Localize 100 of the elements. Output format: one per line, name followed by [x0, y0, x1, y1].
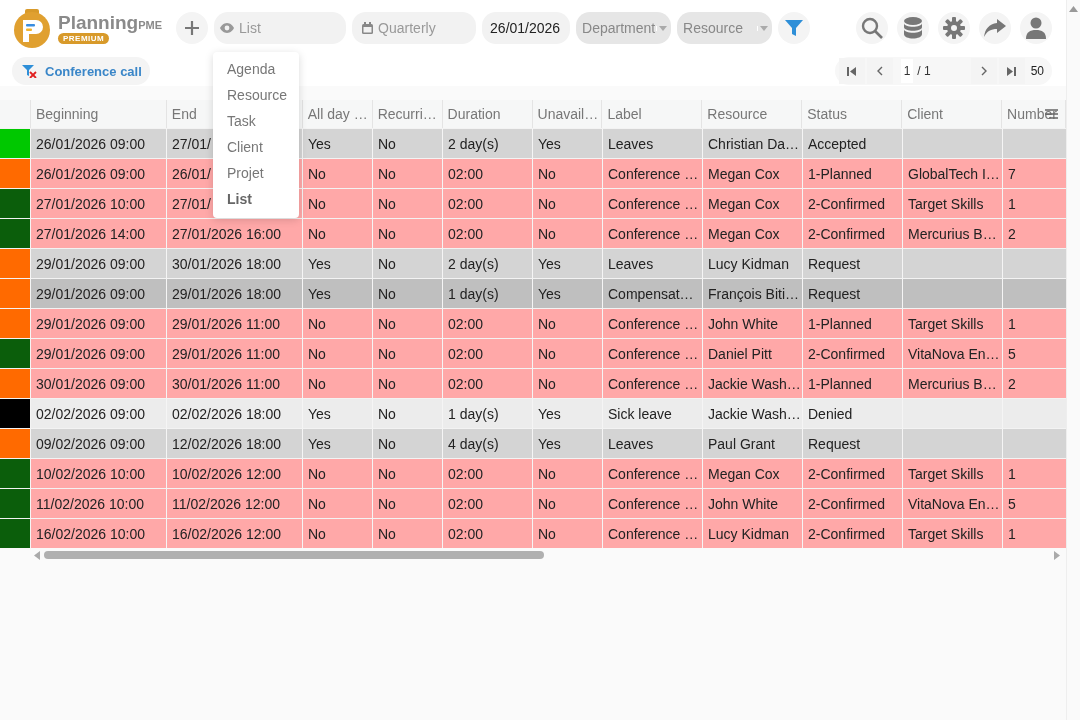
menu-item[interactable]: Projet [213, 160, 299, 186]
user-button[interactable] [1020, 12, 1052, 44]
table-row[interactable]: 09/02/2026 09:00 12/02/2026 18:00 Yes No 4 day(s) Yes Leaves Paul Grant Request [0, 428, 1066, 458]
table-cell: Conference … [608, 345, 699, 362]
table-cell: 02/02/2026 09:00 [36, 405, 145, 422]
filter-button[interactable] [778, 12, 811, 44]
table-row[interactable]: 02/02/2026 09:00 02/02/2026 18:00 Yes No 1 day(s) Yes Sick leave Jackie Wash… Denied [0, 398, 1066, 428]
table-cell: John White [708, 315, 779, 332]
table-cell: No [308, 345, 326, 362]
table-cell: Leaves [608, 135, 654, 152]
period-select[interactable]: Quarterly [352, 12, 477, 44]
table-cell: No [538, 225, 556, 242]
table-cell: No [538, 165, 556, 182]
column-header[interactable]: Duration [447, 106, 501, 122]
department-select[interactable]: Department [576, 12, 672, 44]
table-cell: No [378, 195, 396, 212]
table-row[interactable]: 16/02/2026 10:00 16/02/2026 12:00 No No 02:00 No Conference … Lucy Kidman 2-Confirmed Target Skills 1 [0, 518, 1066, 548]
table-cell: 10/02/2026 12:00 [172, 465, 281, 482]
table-cell: 16/02/2026 12:00 [172, 525, 281, 542]
scroll-up-icon[interactable] [1069, 6, 1078, 12]
table-cell: Yes [308, 285, 331, 302]
table-cell: 02:00 [448, 525, 484, 542]
table-cell: 27/01/ [172, 135, 211, 152]
table-cell: 26/01/2026 09:00 [36, 165, 145, 182]
table-cell: 2-Confirmed [808, 345, 886, 362]
menu-item[interactable]: Resource [213, 82, 299, 108]
table-cell: 30/01/2026 11:00 [172, 375, 280, 392]
column-header[interactable]: Beginning [35, 106, 99, 122]
table-cell: 29/01/2026 09:00 [36, 285, 145, 302]
column-header[interactable]: Client [907, 106, 943, 122]
table-row[interactable]: 29/01/2026 09:00 29/01/2026 11:00 No No 02:00 No Conference … John White 1-Planned Target Skills 1 [0, 308, 1066, 338]
table-cell: 02:00 [448, 465, 484, 482]
table-cell: 27/01/2026 10:00 [36, 195, 145, 212]
table-cell: 02/02/2026 18:00 [172, 405, 281, 422]
column-header[interactable]: Unavail… [537, 106, 599, 122]
page-size[interactable]: 50 [1026, 64, 1048, 78]
table-row[interactable]: 30/01/2026 09:00 30/01/2026 11:00 No No 02:00 No Conference … Jackie Wash… 1-Planned Mercurius B… 2 [0, 368, 1066, 398]
filter-icon [784, 18, 805, 38]
table-cell: 29/01/2026 11:00 [172, 315, 280, 332]
table-cell: Mercurius B… [908, 375, 997, 392]
table-cell: 29/01/2026 11:00 [172, 345, 280, 362]
table-cell: 16/02/2026 10:00 [36, 525, 145, 542]
table-cell: Yes [308, 255, 331, 272]
table-cell: 2-Confirmed [808, 495, 886, 512]
table-cell: Yes [538, 405, 561, 422]
plus-icon [183, 19, 202, 37]
table-row[interactable]: 27/01/2026 14:00 27/01/2026 16:00 No No 02:00 No Conference … Megan Cox 2-Confirmed Mercurius B… 2 [0, 218, 1066, 248]
column-header[interactable]: Recurri… [377, 106, 437, 122]
table-cell: 27/01/2026 16:00 [172, 225, 281, 242]
table-row[interactable]: 11/02/2026 10:00 11/02/2026 12:00 No No 02:00 No Conference … John White 2-Confirmed VitaNova En… 5 [0, 488, 1066, 518]
column-header[interactable]: Resource [707, 106, 768, 122]
table-cell: Yes [538, 255, 561, 272]
table-row[interactable]: 29/01/2026 09:00 30/01/2026 18:00 Yes No 2 day(s) Yes Leaves Lucy Kidman Request [0, 248, 1066, 278]
table-cell: 02:00 [448, 315, 484, 332]
search-button[interactable] [856, 12, 888, 44]
table-cell: Conference … [608, 225, 699, 242]
table-cell: No [308, 225, 326, 242]
table-cell: Conference … [608, 465, 699, 482]
table-row[interactable]: 29/01/2026 09:00 29/01/2026 18:00 Yes No 1 day(s) Yes Compensat… François Biti… Request [0, 278, 1066, 308]
date-field[interactable]: 26/01/2026 [482, 12, 571, 44]
menu-item[interactable]: List [213, 186, 299, 212]
table-cell: 2 day(s) [448, 135, 499, 152]
calendar-icon [362, 22, 374, 34]
menu-item[interactable]: Client [213, 134, 299, 160]
table-cell: Yes [538, 285, 561, 302]
table-cell: 1 [1008, 195, 1016, 212]
column-header[interactable]: End [171, 106, 197, 122]
view-select[interactable]: List [214, 12, 347, 44]
logo-icon [12, 8, 52, 48]
resource-select[interactable]: Resource [677, 12, 773, 44]
table-cell: John White [708, 495, 779, 512]
table-cell: No [538, 375, 556, 392]
share-button[interactable] [979, 12, 1011, 44]
column-header[interactable]: Status [807, 106, 847, 122]
table-cell: No [378, 525, 396, 542]
table-cell: 1 [1008, 465, 1016, 482]
table-cell: No [538, 465, 556, 482]
horizontal-scrollbar-thumb[interactable] [44, 551, 544, 559]
table-cell: Target Skills [908, 315, 984, 332]
table-cell: 5 [1008, 495, 1016, 512]
settings-button[interactable] [938, 12, 970, 44]
table-cell: 26/01/2026 09:00 [36, 135, 145, 152]
table-cell: 12/02/2026 18:00 [172, 435, 281, 452]
menu-item[interactable]: Agenda [213, 56, 299, 82]
table-cell: 11/02/2026 12:00 [172, 495, 280, 512]
table-cell: 30/01/2026 18:00 [172, 255, 281, 272]
page-field[interactable]: 1 [900, 59, 914, 83]
column-header[interactable]: All day … [307, 106, 368, 122]
table-cell: Conference … [608, 195, 699, 212]
last-page-icon [1007, 66, 1017, 76]
table-row[interactable]: 29/01/2026 09:00 29/01/2026 11:00 No No 02:00 No Conference … Daniel Pitt 2-Confirmed VitaNova En… 5 [0, 338, 1066, 368]
filter-chip[interactable]: Conference call [12, 57, 150, 85]
column-header[interactable]: Label [607, 106, 642, 122]
table-cell: Yes [538, 435, 561, 452]
add-button[interactable] [176, 12, 209, 44]
table-cell: No [378, 465, 396, 482]
table-row[interactable]: 10/02/2026 10:00 10/02/2026 12:00 No No 02:00 No Conference … Megan Cox 2-Confirmed Target Skills 1 [0, 458, 1066, 488]
database-button[interactable] [897, 12, 929, 44]
vertical-scrollbar[interactable] [1066, 0, 1080, 720]
table-cell: 29/01/2026 09:00 [36, 345, 145, 362]
